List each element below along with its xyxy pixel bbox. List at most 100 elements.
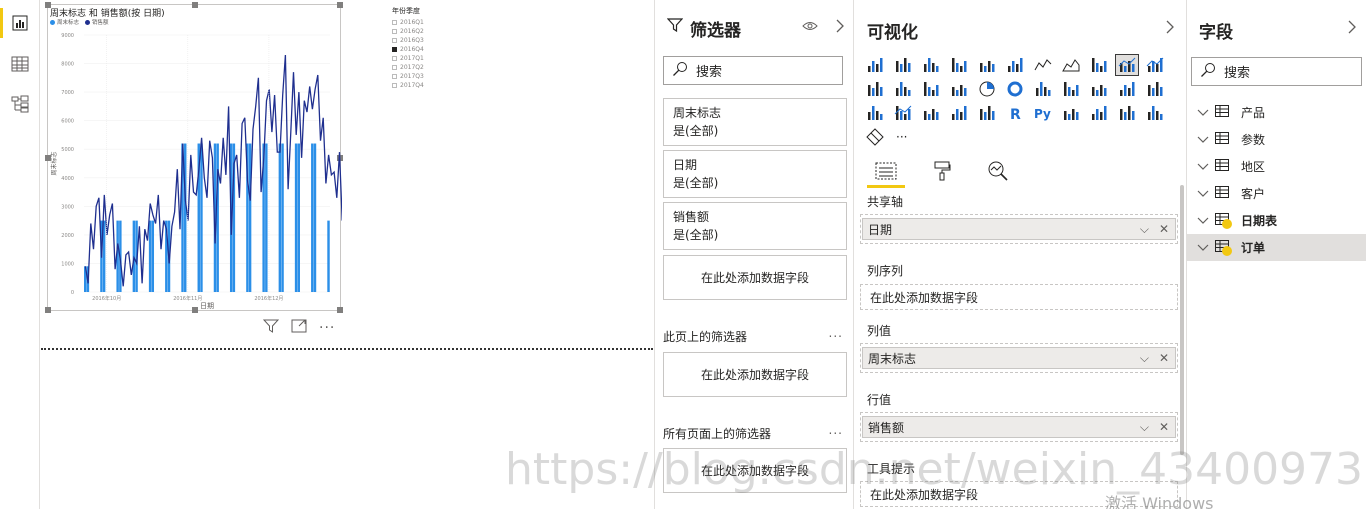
slicer-item[interactable]: 2016Q1 bbox=[392, 18, 472, 27]
field-table-row[interactable]: 订单 bbox=[1187, 234, 1366, 261]
table-icon[interactable] bbox=[947, 102, 971, 124]
data-view-icon[interactable] bbox=[6, 50, 34, 78]
chevron-down-icon[interactable]: ⌵ bbox=[1140, 222, 1149, 237]
gauge-icon[interactable] bbox=[1115, 78, 1139, 100]
checkbox-icon[interactable] bbox=[392, 29, 397, 34]
100-stacked-bar-icon[interactable] bbox=[975, 54, 999, 76]
scatter-icon[interactable] bbox=[947, 78, 971, 100]
field-table-row[interactable]: 参数 bbox=[1187, 126, 1366, 153]
chevron-right-icon[interactable] bbox=[1347, 19, 1357, 38]
kpi-icon[interactable] bbox=[891, 102, 915, 124]
chevron-down-icon[interactable] bbox=[1197, 106, 1209, 120]
more-options-icon[interactable]: ··· bbox=[319, 320, 335, 336]
r-visual-icon[interactable]: R bbox=[1003, 102, 1027, 124]
slicer-item[interactable]: 2016Q2 bbox=[392, 27, 472, 36]
line-values-field[interactable]: 销售额 ⌵ ✕ bbox=[862, 416, 1176, 438]
donut-icon[interactable] bbox=[1003, 78, 1027, 100]
stacked-area-icon[interactable] bbox=[1087, 54, 1111, 76]
focus-mode-icon[interactable] bbox=[291, 318, 307, 337]
slicer-item[interactable]: 2017Q1 bbox=[392, 54, 472, 63]
shared-axis-field[interactable]: 日期 ⌵ ✕ bbox=[862, 218, 1176, 240]
checkbox-icon[interactable] bbox=[392, 65, 397, 70]
line-and-clustered-column-icon[interactable] bbox=[1143, 54, 1167, 76]
field-table-row[interactable]: 产品 bbox=[1187, 99, 1366, 126]
filter-card-weekend-flag[interactable]: 周末标志 是(全部) bbox=[663, 98, 847, 146]
chevron-down-icon[interactable] bbox=[1197, 187, 1209, 201]
chevron-down-icon[interactable] bbox=[1197, 160, 1209, 174]
field-table-row[interactable]: 日期表 bbox=[1187, 207, 1366, 234]
slicer-item[interactable]: 2017Q3 bbox=[392, 72, 472, 81]
matrix-icon[interactable] bbox=[975, 102, 999, 124]
fields-pane: 字段 搜索 产品 参数 地区 客户 日期表 订单 bbox=[1186, 0, 1366, 509]
slicer-item[interactable]: 2016Q4 bbox=[392, 45, 472, 54]
fields-search-input[interactable]: 搜索 bbox=[1191, 57, 1362, 86]
line-and-column-icon[interactable] bbox=[1115, 54, 1139, 76]
eye-icon[interactable] bbox=[802, 18, 818, 37]
waterfall-icon[interactable] bbox=[891, 78, 915, 100]
chevron-down-icon[interactable] bbox=[1197, 241, 1209, 255]
arcgis-icon[interactable] bbox=[863, 126, 887, 148]
field-table-row[interactable]: 地区 bbox=[1187, 153, 1366, 180]
slicer-icon[interactable] bbox=[919, 102, 943, 124]
map-icon[interactable] bbox=[1059, 78, 1083, 100]
decomposition-tree-icon[interactable] bbox=[1087, 102, 1111, 124]
filter-card-date[interactable]: 日期 是(全部) bbox=[663, 150, 847, 198]
model-view-icon[interactable] bbox=[6, 90, 34, 118]
combo-chart-visual[interactable]: 周末标志 和 销售额(按 日期) 周末标志 销售额 0 1000 2000 3000 4… bbox=[45, 2, 343, 313]
chevron-down-icon[interactable]: ⌵ bbox=[1140, 351, 1149, 366]
shape-map-icon[interactable] bbox=[1143, 102, 1167, 124]
stacked-bar-icon[interactable] bbox=[863, 54, 887, 76]
chevron-down-icon[interactable] bbox=[1197, 133, 1209, 147]
checkbox-icon[interactable] bbox=[392, 74, 397, 79]
filters-search-input[interactable]: 搜索 bbox=[663, 56, 843, 85]
key-influencers-icon[interactable] bbox=[1059, 102, 1083, 124]
checkbox-icon[interactable] bbox=[392, 56, 397, 61]
clustered-bar-icon[interactable] bbox=[919, 54, 943, 76]
slicer-item[interactable]: 2017Q4 bbox=[392, 81, 472, 90]
checkbox-icon[interactable] bbox=[392, 83, 397, 88]
close-icon[interactable]: ✕ bbox=[1159, 351, 1169, 366]
visualizations-scrollbar[interactable] bbox=[1180, 185, 1184, 455]
pie-icon[interactable] bbox=[975, 78, 999, 100]
more-visuals-icon[interactable]: ··· bbox=[891, 126, 915, 148]
chevron-down-icon[interactable]: ⌵ bbox=[1140, 420, 1149, 435]
column-series-drop-zone[interactable]: 在此处添加数据字段 bbox=[860, 284, 1178, 310]
treemap-icon[interactable] bbox=[1031, 78, 1055, 100]
close-icon[interactable]: ✕ bbox=[1159, 222, 1169, 237]
filter-icon[interactable] bbox=[262, 318, 280, 337]
multi-row-card-icon[interactable] bbox=[863, 102, 887, 124]
filter-card-sales[interactable]: 销售额 是(全部) bbox=[663, 202, 847, 250]
100-stacked-column-icon[interactable] bbox=[1003, 54, 1027, 76]
chevron-right-icon[interactable] bbox=[1165, 19, 1175, 38]
report-view-icon[interactable] bbox=[6, 9, 34, 37]
format-paint-roller-icon[interactable] bbox=[923, 156, 961, 186]
python-visual-icon[interactable]: Py bbox=[1031, 102, 1055, 124]
area-chart-icon[interactable] bbox=[1059, 54, 1083, 76]
slicer-item[interactable]: 2017Q2 bbox=[392, 63, 472, 72]
chevron-right-icon[interactable] bbox=[835, 18, 845, 37]
field-table-row[interactable]: 客户 bbox=[1187, 180, 1366, 207]
ribbon-chart-icon[interactable] bbox=[863, 78, 887, 100]
stacked-column-icon[interactable] bbox=[891, 54, 915, 76]
checkbox-icon[interactable] bbox=[392, 20, 397, 25]
slicer-item[interactable]: 2016Q3 bbox=[392, 36, 472, 45]
funnel-icon[interactable] bbox=[919, 78, 943, 100]
visual-filter-drop-zone[interactable]: 在此处添加数据字段 bbox=[663, 255, 847, 300]
line-chart-icon[interactable] bbox=[1031, 54, 1055, 76]
more-options-icon[interactable]: ... bbox=[829, 326, 843, 340]
fields-tab[interactable] bbox=[867, 156, 905, 188]
more-options-icon[interactable]: ... bbox=[829, 423, 843, 437]
analytics-magnifier-icon[interactable] bbox=[979, 156, 1017, 186]
filled-map-icon[interactable] bbox=[1087, 78, 1111, 100]
clustered-column-icon[interactable] bbox=[947, 54, 971, 76]
qa-icon[interactable] bbox=[1115, 102, 1139, 124]
activate-windows-text: 激活 Windows bbox=[1105, 494, 1214, 509]
column-values-field[interactable]: 周末标志 ⌵ ✕ bbox=[862, 347, 1176, 369]
checkbox-icon[interactable] bbox=[392, 47, 397, 52]
page-filter-drop-zone[interactable]: 在此处添加数据字段 bbox=[663, 352, 847, 397]
checkbox-icon[interactable] bbox=[392, 38, 397, 43]
chevron-down-icon[interactable] bbox=[1197, 214, 1209, 228]
all-pages-filter-drop-zone[interactable]: 在此处添加数据字段 bbox=[663, 448, 847, 493]
card-icon[interactable] bbox=[1143, 78, 1167, 100]
close-icon[interactable]: ✕ bbox=[1159, 420, 1169, 435]
